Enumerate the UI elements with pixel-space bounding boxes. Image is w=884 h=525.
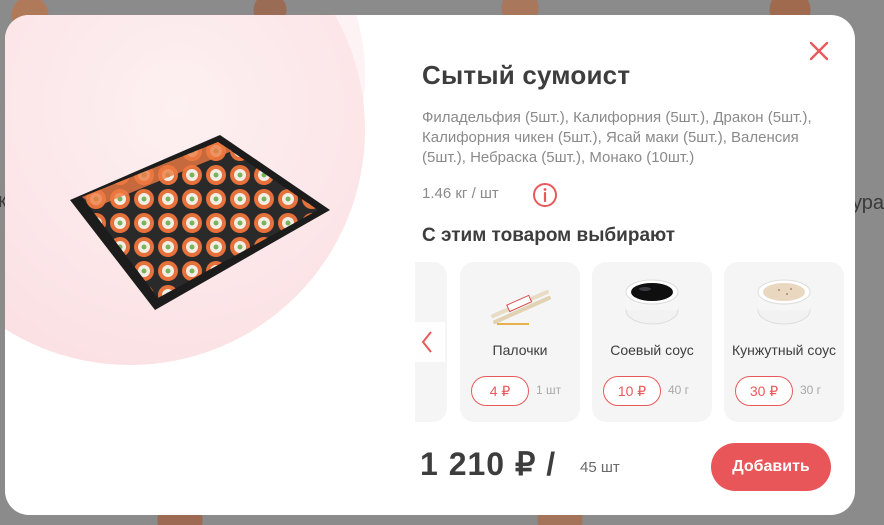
chopsticks-icon bbox=[491, 290, 551, 325]
recommendation-price-button[interactable]: 4 ₽ bbox=[471, 376, 529, 406]
recommendation-qty: 1 шт bbox=[536, 383, 562, 397]
product-quantity: 45 шт bbox=[580, 459, 620, 476]
product-description: Филадельфия (5шт.), Калифорния (5шт.), Д… bbox=[422, 109, 812, 166]
recommendation-price-button[interactable]: 10 ₽ bbox=[603, 376, 661, 406]
soy-sauce-icon bbox=[625, 279, 679, 325]
recommendation-price-button[interactable]: 30 ₽ bbox=[735, 376, 793, 406]
recommendation-qty: 40 г bbox=[668, 383, 690, 397]
product-image bbox=[70, 135, 330, 310]
recommendation-card[interactable]: Кунжутный соус 30 ₽ 30 г bbox=[724, 262, 844, 422]
add-to-cart-button[interactable]: Добавить bbox=[711, 443, 831, 491]
product-title: Сытый сумоист bbox=[422, 60, 631, 90]
sesame-sauce-icon bbox=[757, 279, 811, 325]
product-modal: Сытый сумоист Филадельфия (5шт.), Калифо… bbox=[5, 15, 855, 515]
carousel-prev-button[interactable] bbox=[415, 322, 445, 362]
product-price: 1 210 ₽ / bbox=[420, 446, 557, 482]
close-icon[interactable] bbox=[805, 37, 833, 65]
recommendation-card[interactable]: Палочки 4 ₽ 1 шт bbox=[460, 262, 580, 422]
recommendation-name: Палочки bbox=[492, 342, 548, 358]
recommendations-carousel: Палочки 4 ₽ 1 шт Соевый соус 10 ₽ 40 г К… bbox=[415, 262, 845, 422]
recommendation-qty: 30 г bbox=[800, 383, 822, 397]
info-icon[interactable] bbox=[532, 182, 558, 208]
product-weight: 1.46 кг / шт bbox=[422, 185, 499, 202]
recommendation-name: Кунжутный соус bbox=[732, 342, 836, 358]
recommendation-card[interactable]: Соевый соус 10 ₽ 40 г bbox=[592, 262, 712, 422]
background-card-title-right: ура bbox=[852, 192, 884, 214]
chevron-left-icon bbox=[421, 331, 432, 353]
recommendation-name: Соевый соус bbox=[610, 342, 694, 358]
recommendations-title: С этим товаром выбирают bbox=[422, 225, 676, 246]
